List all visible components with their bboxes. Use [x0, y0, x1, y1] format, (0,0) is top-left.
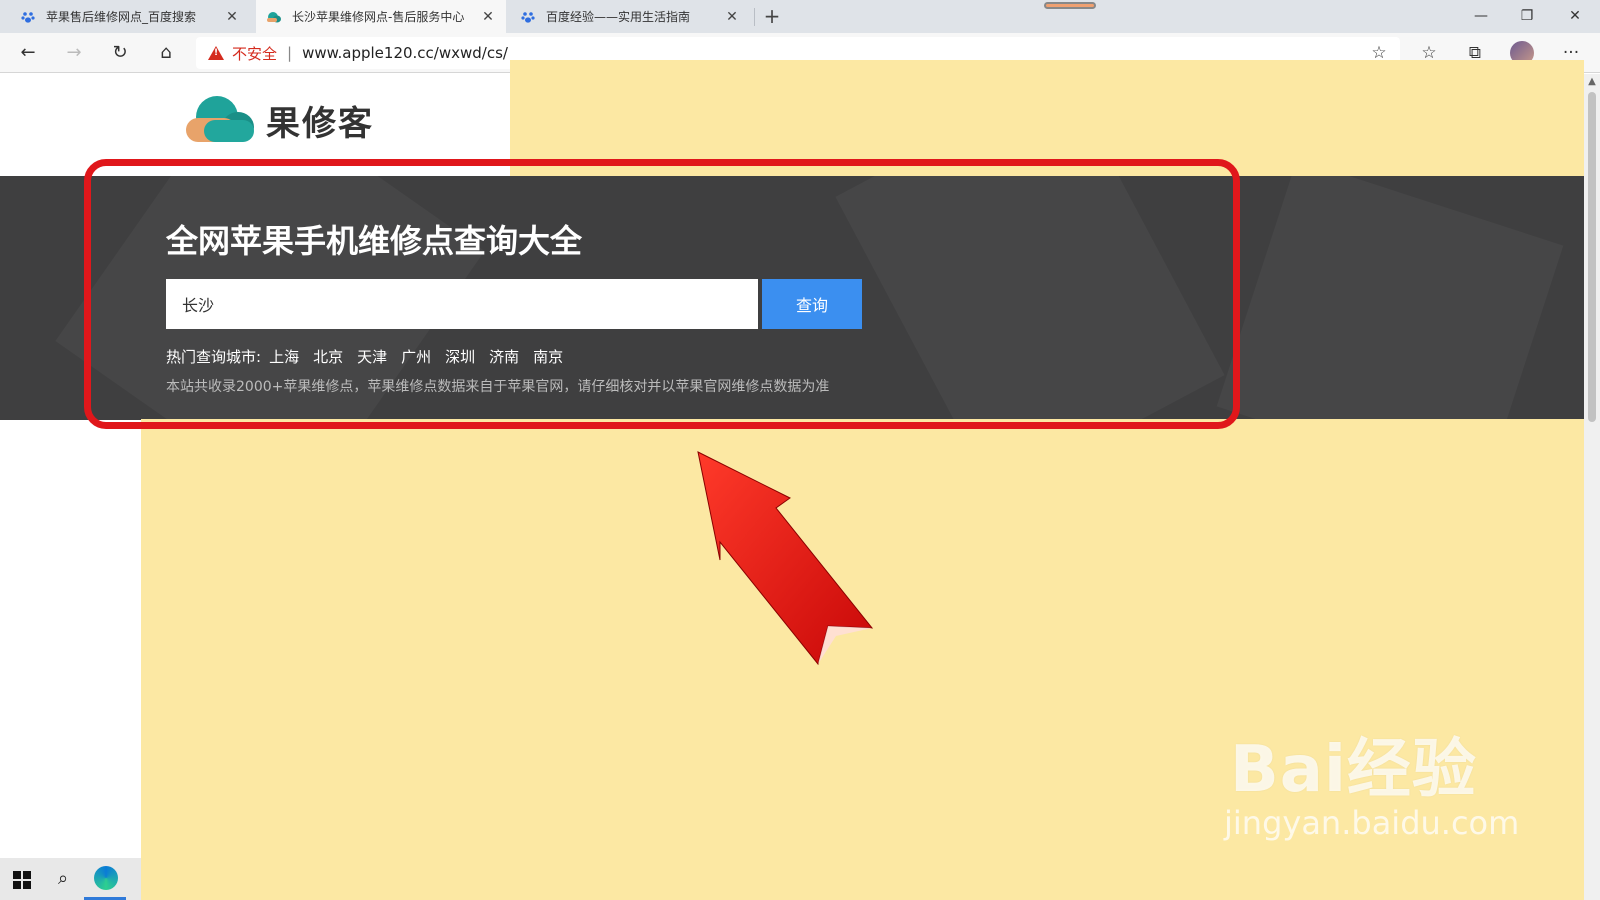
window-drag-handle[interactable]	[1044, 2, 1096, 9]
tab-title: 苹果售后维修网点_百度搜索	[46, 10, 197, 24]
cloud-logo-icon	[186, 94, 256, 146]
new-tab-button[interactable]: +	[760, 4, 784, 28]
hot-cities-label: 热门查询城市:	[166, 348, 262, 366]
taskbar: ⌕	[0, 858, 141, 900]
watermark-url: jingyan.baidu.com	[1224, 804, 1520, 842]
city-link[interactable]: 济南	[489, 346, 519, 367]
refresh-button[interactable]: ↻	[106, 39, 134, 67]
windows-start-icon[interactable]	[0, 858, 42, 900]
tab-close-icon[interactable]: ✕	[224, 9, 240, 25]
page-scrollbar[interactable]: ▲	[1584, 74, 1600, 900]
city-link[interactable]: 上海	[269, 346, 299, 367]
city-link[interactable]: 天津	[357, 346, 387, 367]
forward-button[interactable]: →	[60, 39, 88, 67]
address-separator: |	[287, 44, 293, 62]
yellow-mask-top	[510, 60, 1584, 176]
hero-title: 全网苹果手机维修点查询大全	[166, 222, 583, 260]
city-link[interactable]: 南京	[533, 346, 563, 367]
scroll-up-icon[interactable]: ▲	[1584, 76, 1600, 87]
tab-title: 长沙苹果维修网点-售后服务中心	[292, 10, 465, 24]
security-label[interactable]: 不安全	[232, 43, 277, 64]
screen: 苹果售后维修网点_百度搜索 ✕ 长沙苹果维修网点-售后服务中心 ✕ 百度经验——…	[0, 0, 1600, 900]
tab-changsha-repair[interactable]: 长沙苹果维修网点-售后服务中心 ✕	[256, 0, 506, 33]
cloud-icon	[266, 9, 282, 25]
scrollbar-thumb[interactable]	[1588, 92, 1596, 422]
url-text[interactable]: www.apple120.cc/wxwd/cs/	[302, 44, 508, 62]
close-window-button[interactable]: ✕	[1552, 0, 1598, 33]
watermark-logo: Bai经验	[1230, 733, 1477, 807]
restore-button[interactable]: ❐	[1504, 0, 1550, 33]
home-button[interactable]: ⌂	[152, 39, 180, 67]
baidu-watermark: Bai经验 jingyan.baidu.com	[1224, 718, 1519, 842]
tab-baidu-search[interactable]: 苹果售后维修网点_百度搜索 ✕	[10, 0, 250, 33]
background-shape	[1216, 176, 1564, 420]
tab-close-icon[interactable]: ✕	[724, 9, 740, 25]
hero-search-section: 全网苹果手机维修点查询大全 查询 热门查询城市: 上海 北京 天津 广州 深圳 …	[0, 176, 1600, 420]
warning-icon: !	[208, 46, 224, 60]
baidu-paw-icon	[20, 9, 36, 25]
red-arrow-icon	[697, 451, 874, 666]
site-logo[interactable]: 果修客	[186, 94, 374, 146]
edge-browser-icon[interactable]	[84, 858, 126, 900]
city-link[interactable]: 广州	[401, 346, 431, 367]
tab-title: 百度经验——实用生活指南	[546, 10, 691, 24]
tab-divider	[754, 8, 755, 26]
baidu-paw-icon	[520, 9, 536, 25]
hot-cities: 热门查询城市: 上海 北京 天津 广州 深圳 济南 南京	[166, 346, 577, 367]
city-search-input[interactable]	[166, 279, 758, 329]
search-button[interactable]: 查询	[762, 279, 862, 329]
search-icon[interactable]: ⌕	[42, 858, 84, 900]
data-notice: 本站共收录2000+苹果维修点，苹果维修点数据来自于苹果官网，请仔细核对并以苹果…	[166, 379, 830, 395]
background-shape	[835, 176, 1225, 420]
tab-close-icon[interactable]: ✕	[480, 9, 496, 25]
city-link[interactable]: 北京	[313, 346, 343, 367]
city-link[interactable]: 深圳	[445, 346, 475, 367]
tab-baidu-jingyan[interactable]: 百度经验——实用生活指南 ✕	[510, 0, 750, 33]
logo-text: 果修客	[266, 103, 374, 144]
back-button[interactable]: ←	[14, 39, 42, 67]
minimize-button[interactable]: —	[1458, 0, 1504, 33]
tab-strip: 苹果售后维修网点_百度搜索 ✕ 长沙苹果维修网点-售后服务中心 ✕ 百度经验——…	[0, 0, 1600, 33]
